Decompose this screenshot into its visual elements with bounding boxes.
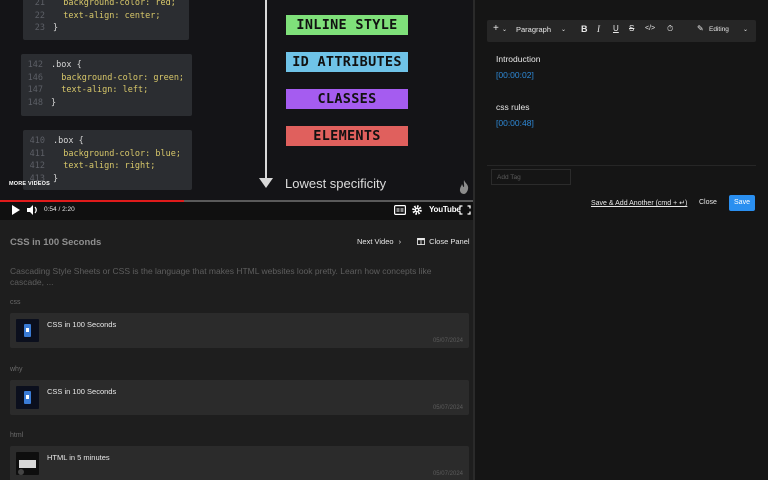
video-card-title: HTML in 5 minutes: [47, 453, 110, 462]
code-line: 413}: [29, 173, 59, 184]
captions-icon[interactable]: [394, 205, 406, 215]
code-line: 412 text-align: right;: [29, 161, 156, 171]
paragraph-select[interactable]: Paragraph: [516, 25, 551, 34]
video-card[interactable]: HTML in 5 minutes 05/07/2024: [10, 446, 469, 480]
time-display: 0:54 / 2:20: [44, 206, 75, 213]
italic-icon[interactable]: I: [597, 24, 600, 34]
strikethrough-icon[interactable]: S: [629, 24, 634, 33]
chevron-right-icon: ›: [398, 237, 402, 246]
video-title: CSS in 100 Seconds: [10, 237, 102, 248]
code-icon[interactable]: </>: [645, 25, 655, 32]
chevron-down-icon[interactable]: ⌄: [561, 26, 566, 33]
video-description: Cascading Style Sheets or CSS is the lan…: [10, 266, 432, 287]
note-timestamp-link[interactable]: [00:00:02]: [496, 70, 534, 80]
spec-elements: ELEMENTS: [286, 126, 408, 146]
add-tag-input[interactable]: Add Tag: [491, 169, 571, 185]
code-line: 148}: [27, 97, 57, 108]
code-line: 410 .box {: [29, 136, 84, 146]
tag-label: css: [10, 299, 21, 306]
settings-gear-icon[interactable]: [411, 205, 423, 215]
code-line: 21 background-color: red;: [34, 0, 176, 8]
arrow-down-icon: [259, 178, 273, 188]
fullscreen-icon[interactable]: [459, 205, 471, 215]
video-thumbnail: [16, 452, 39, 475]
progress-fill: [0, 200, 185, 202]
code-line: 146 background-color: green;: [27, 72, 185, 83]
save-and-add-another-button[interactable]: Save & Add Another (cmd + ↵): [591, 199, 687, 207]
video-card[interactable]: CSS in 100 Seconds 05/07/2024: [10, 313, 469, 348]
video-player[interactable]: 21 background-color: red; 22 text-align:…: [0, 0, 473, 200]
video-thumbnail: [16, 319, 39, 342]
spec-id-attributes: ID ATTRIBUTES: [286, 52, 408, 72]
editing-mode-select[interactable]: Editing: [709, 26, 729, 33]
note-heading: css rules: [496, 102, 530, 112]
note-timestamp-link[interactable]: [00:00:48]: [496, 118, 534, 128]
chevron-down-icon[interactable]: ⌄: [743, 26, 748, 33]
panel-icon: [417, 238, 425, 245]
video-card-date: 05/07/2024: [432, 471, 463, 477]
video-card-title: CSS in 100 Seconds: [47, 387, 117, 396]
close-panel-button[interactable]: Close Panel: [415, 235, 472, 249]
insert-plus-icon[interactable]: +: [493, 23, 499, 34]
code-card: 21 background-color: red; 22 text-align:…: [23, 0, 189, 40]
code-line: 411 background-color: blue;: [29, 148, 181, 159]
next-video-label: Next Video: [357, 237, 394, 246]
video-card-title: CSS in 100 Seconds: [47, 320, 117, 329]
close-panel-label: Close Panel: [429, 237, 470, 246]
spec-inline-style: INLINE STYLE: [286, 15, 408, 35]
code-line: 23}: [34, 23, 59, 33]
next-video-button[interactable]: Next Video ›: [353, 235, 405, 249]
specificity-arrow: [265, 0, 267, 180]
code-card: 142 .box { 146 background-color: green; 1…: [21, 54, 192, 116]
video-thumbnail: [16, 386, 39, 409]
editor-toolbar: + ⌄ Paragraph ⌄ B I U S </> ⏱ ✎ Editing …: [487, 20, 756, 42]
notes-panel: + ⌄ Paragraph ⌄ B I U S </> ⏱ ✎ Editing …: [475, 0, 768, 480]
timer-icon[interactable]: ⏱: [667, 24, 673, 34]
pencil-icon[interactable]: ✎: [697, 24, 704, 33]
youtube-logo[interactable]: YouTube: [429, 205, 461, 214]
save-button[interactable]: Save: [729, 195, 755, 211]
close-button[interactable]: Close: [699, 199, 717, 206]
tag-label: why: [10, 366, 23, 373]
lowest-specificity-label: Lowest specificity: [285, 176, 387, 191]
divider-line: [487, 165, 756, 166]
volume-icon[interactable]: [27, 205, 39, 215]
code-line: 147 text-align: left;: [27, 85, 149, 95]
spec-classes: CLASSES: [286, 89, 408, 109]
video-card-date: 05/07/2024: [432, 405, 463, 411]
video-card-date: 05/07/2024: [432, 338, 463, 344]
tag-label: html: [10, 432, 24, 439]
flame-icon: [459, 180, 469, 194]
more-videos-label[interactable]: MORE VIDEOS: [9, 181, 50, 187]
play-icon[interactable]: [10, 205, 22, 215]
notes-editor[interactable]: Introduction [00:00:02] css rules [00:00…: [487, 42, 756, 165]
underline-icon[interactable]: U: [613, 24, 619, 33]
video-card[interactable]: CSS in 100 Seconds 05/07/2024: [10, 380, 469, 415]
chevron-down-icon[interactable]: ⌄: [502, 26, 507, 33]
note-heading: Introduction: [496, 54, 541, 64]
code-line: 22 text-align: center;: [34, 10, 161, 21]
bold-icon[interactable]: B: [581, 24, 588, 34]
video-panel: 21 background-color: red; 22 text-align:…: [0, 0, 473, 480]
code-line: 142 .box {: [27, 60, 82, 70]
